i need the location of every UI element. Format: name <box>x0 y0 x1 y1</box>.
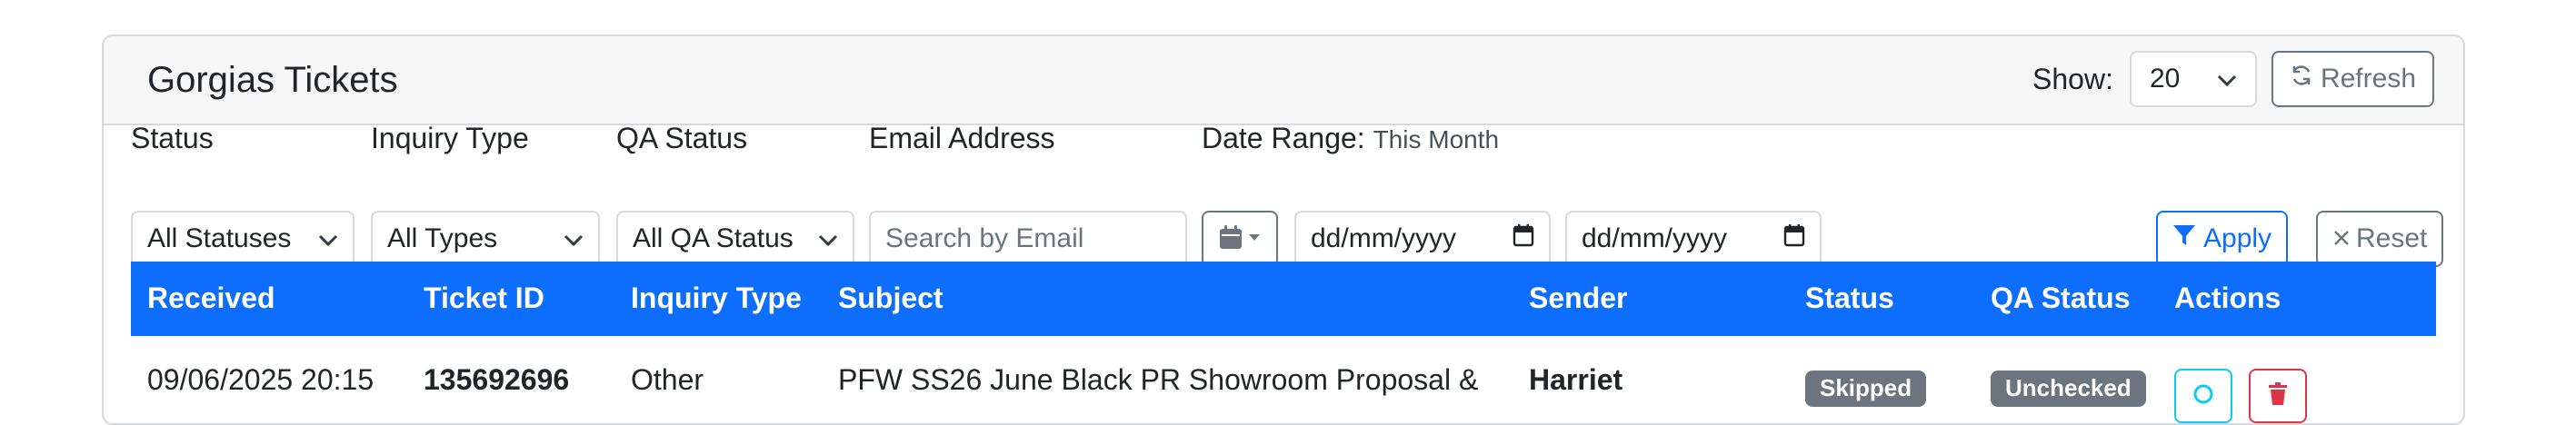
qa-status-badge: Unchecked <box>1991 371 2146 407</box>
close-icon <box>2332 223 2351 254</box>
header-controls: Show: 20 Refresh <box>2032 51 2434 107</box>
status-filter-label: Status <box>131 122 214 154</box>
email-filter-label: Email Address <box>869 122 1055 154</box>
table-header-row: Received Ticket ID Inquiry Type Subject … <box>131 262 2436 336</box>
column-header-qa-status[interactable]: QA Status <box>1991 282 2131 315</box>
date-preset-dropdown[interactable] <box>1202 211 1278 267</box>
qa-status-filter-select[interactable]: All QA Status <box>616 211 854 267</box>
page-size-select[interactable]: 20 <box>2129 51 2257 107</box>
column-header-actions: Actions <box>2174 282 2281 314</box>
inquiry-type-filter-label: Inquiry Type <box>371 122 529 154</box>
reset-button[interactable]: Reset <box>2316 211 2444 267</box>
page-title: Gorgias Tickets <box>147 60 398 100</box>
column-header-sender[interactable]: Sender <box>1529 282 1627 315</box>
calendar-icon <box>1219 224 1243 254</box>
cell-ticket-id[interactable]: 135692696 <box>424 363 569 397</box>
trash-icon <box>2267 381 2289 410</box>
show-label: Show: <box>2032 62 2113 95</box>
date-to-input[interactable]: dd/mm/yyyy <box>1565 211 1822 267</box>
chevron-down-icon <box>318 223 338 254</box>
inquiry-type-filter-select[interactable]: All Types <box>371 211 600 267</box>
date-from-input[interactable]: dd/mm/yyyy <box>1294 211 1551 267</box>
qa-status-filter-label: QA Status <box>616 122 748 154</box>
cell-sender: Harriet <box>1529 363 1623 396</box>
date-to-placeholder: dd/mm/yyyy <box>1582 223 1728 253</box>
date-range-label-text: Date Range: <box>1202 122 1365 154</box>
date-range-current: This Month <box>1373 125 1500 153</box>
caret-down-icon <box>1248 231 1261 247</box>
email-search-placeholder: Search by Email <box>885 223 1084 253</box>
refresh-button[interactable]: Refresh <box>2271 51 2434 107</box>
apply-label: Apply <box>2203 223 2272 253</box>
column-header-received[interactable]: Received <box>147 282 275 315</box>
inquiry-type-filter-value: All Types <box>387 223 498 253</box>
chevron-down-icon <box>2217 64 2237 94</box>
chevron-down-icon <box>818 223 838 254</box>
view-ticket-button[interactable] <box>2174 369 2232 423</box>
filters-bar: Status All Statuses Inquiry Type All Typ… <box>131 122 2444 267</box>
email-search-input[interactable]: Search by Email <box>869 211 1187 267</box>
apply-button[interactable]: Apply <box>2156 211 2289 267</box>
delete-ticket-button[interactable] <box>2249 369 2307 423</box>
table-row[interactable]: 09/06/2025 20:15 135692696 Other PFW SS2… <box>131 336 2436 423</box>
reset-label: Reset <box>2356 223 2428 253</box>
calendar-icon <box>1513 223 1534 254</box>
refresh-label: Refresh <box>2320 64 2416 94</box>
page-size-value: 20 <box>2149 64 2181 94</box>
cell-inquiry-type: Other <box>631 363 704 396</box>
column-header-inquiry-type[interactable]: Inquiry Type <box>631 282 802 315</box>
calendar-icon <box>1783 223 1805 254</box>
refresh-icon <box>2290 64 2321 94</box>
card-header: Gorgias Tickets Show: 20 Refresh <box>104 36 2463 125</box>
cell-subject: PFW SS26 June Black PR Showroom Proposal… <box>838 363 1479 396</box>
column-header-ticket-id[interactable]: Ticket ID <box>424 282 544 315</box>
status-badge: Skipped <box>1805 371 1927 407</box>
cell-received: 09/06/2025 20:15 <box>147 363 374 396</box>
filter-icon <box>2172 223 2196 254</box>
date-from-placeholder: dd/mm/yyyy <box>1311 223 1457 253</box>
chevron-down-icon <box>564 223 584 254</box>
date-range-label: Date Range: This Month <box>1202 122 1499 155</box>
status-filter-value: All Statuses <box>147 223 292 253</box>
column-header-subject[interactable]: Subject <box>838 282 944 315</box>
view-icon <box>2192 382 2215 410</box>
column-header-status[interactable]: Status <box>1805 282 1894 315</box>
qa-status-filter-value: All QA Status <box>633 223 794 253</box>
status-filter-select[interactable]: All Statuses <box>131 211 354 267</box>
